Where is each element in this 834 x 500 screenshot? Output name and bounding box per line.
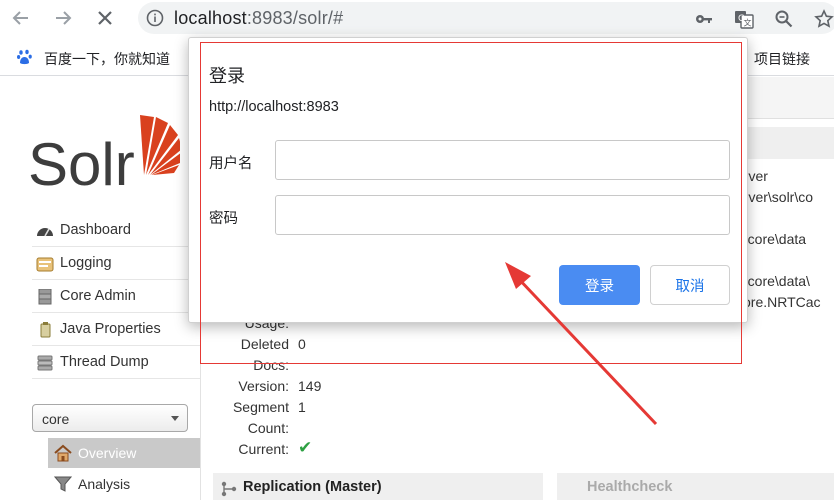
stat-label: Version: xyxy=(238,378,289,394)
core-tab-overview[interactable]: Overview xyxy=(48,438,200,468)
password-field[interactable] xyxy=(275,195,730,235)
sidebar-item-label: Logging xyxy=(60,255,112,271)
chevron-down-icon xyxy=(171,416,179,421)
sidebar-item-logging[interactable]: Logging xyxy=(32,248,200,280)
forward-icon[interactable] xyxy=(50,5,76,31)
home-icon xyxy=(54,444,72,462)
username-label: 用户名 xyxy=(209,156,253,172)
instance-panel-head xyxy=(741,127,834,159)
core-selector[interactable]: core xyxy=(32,404,188,432)
logging-icon xyxy=(36,257,54,272)
check-icon: ✔ xyxy=(298,438,313,457)
zoom-icon[interactable] xyxy=(774,9,794,29)
address-bar[interactable]: localhost:8983/solr/# G 文 xyxy=(138,2,834,34)
url-path: :8983/solr/# xyxy=(246,8,344,28)
stat-label: Count: xyxy=(247,420,289,436)
bookmark-baidu[interactable]: 百度一下，你就知道 xyxy=(44,49,170,69)
stat-value: 0 xyxy=(298,336,306,352)
sidebar-item-core-admin[interactable]: Core Admin xyxy=(32,281,200,313)
funnel-icon xyxy=(54,476,72,492)
stat-label: Segment xyxy=(232,399,289,415)
cancel-button[interactable]: 取消 xyxy=(650,265,730,305)
sidebar-item-label: Java Properties xyxy=(60,321,161,337)
url-text: localhost:8983/solr/# xyxy=(174,8,343,29)
stat-label: Current: xyxy=(238,441,289,457)
healthcheck-title: Healthcheck xyxy=(587,479,673,495)
replication-icon xyxy=(221,481,237,497)
solr-logo-text: Solr xyxy=(28,131,135,191)
stat-label: Docs: xyxy=(253,357,289,373)
back-icon[interactable] xyxy=(8,5,34,31)
dashboard-icon xyxy=(37,228,53,237)
core-admin-icon xyxy=(38,289,52,305)
core-tab-label: Analysis xyxy=(78,476,131,492)
translate-icon[interactable]: G 文 xyxy=(734,9,754,29)
key-icon[interactable] xyxy=(694,9,714,29)
sidebar-item-label: Core Admin xyxy=(60,288,136,304)
star-icon[interactable] xyxy=(814,9,834,29)
username-field[interactable] xyxy=(275,140,730,180)
thread-dump-icon xyxy=(37,355,53,371)
bookmark-project-links[interactable]: 项目链接 xyxy=(754,49,810,69)
svg-text:文: 文 xyxy=(744,18,752,28)
stop-icon[interactable] xyxy=(92,5,118,31)
sidebar-item-thread-dump[interactable]: Thread Dump xyxy=(32,347,200,379)
sidebar-item-label: Thread Dump xyxy=(60,354,149,370)
replication-section-head: Replication (Master) xyxy=(213,473,543,500)
screen: localhost:8983/solr/# G 文 百度一下，你就知道 项目链接… xyxy=(0,0,834,500)
url-host: localhost xyxy=(174,8,247,28)
sidebar-item-label: Dashboard xyxy=(60,222,131,238)
info-icon[interactable] xyxy=(146,9,164,27)
sidebar-item-java-properties[interactable]: Java Properties xyxy=(32,314,200,346)
baidu-paw-icon xyxy=(17,49,32,65)
instance-path-fragment: core.NRTCac xyxy=(736,294,821,310)
login-button[interactable]: 登录 xyxy=(559,265,640,305)
stat-value: 1 xyxy=(298,399,306,415)
stat-label: Deleted xyxy=(240,336,289,352)
password-label: 密码 xyxy=(209,211,238,227)
core-tab-label: Overview xyxy=(78,445,137,461)
solr-logo: Solr xyxy=(28,111,182,198)
core-tab-analysis[interactable]: Analysis xyxy=(48,469,200,499)
dialog-title: 登录 xyxy=(209,66,245,86)
sidebar: Solr Dashboard Logging Core Admin Java P… xyxy=(0,77,200,500)
dialog-url: http://localhost:8983 xyxy=(209,99,339,115)
solr-sun-icon xyxy=(140,115,182,175)
replication-title: Replication (Master) xyxy=(243,479,382,495)
core-selector-value: core xyxy=(42,411,70,427)
healthcheck-section-head: Healthcheck xyxy=(557,473,834,500)
sidebar-item-dashboard[interactable]: Dashboard xyxy=(32,215,200,247)
java-properties-icon xyxy=(40,322,51,338)
login-dialog: 登录 http://localhost:8983 用户名 密码 登录 取消 xyxy=(188,37,748,323)
stat-value: 149 xyxy=(298,378,322,394)
browser-toolbar: localhost:8983/solr/# G 文 xyxy=(0,0,834,36)
